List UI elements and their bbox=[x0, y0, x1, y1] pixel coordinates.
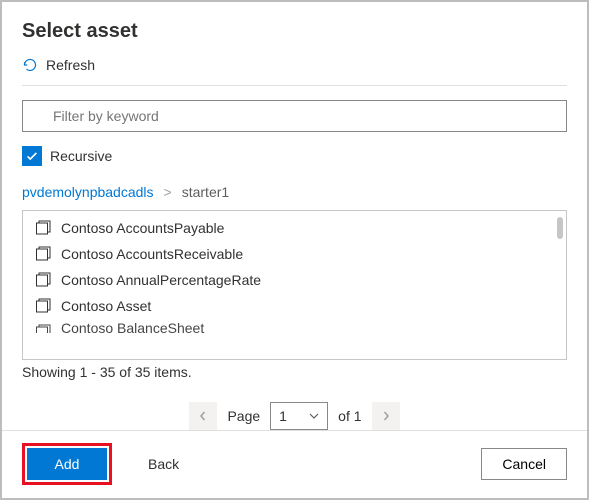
asset-name: Contoso BalanceSheet bbox=[61, 320, 204, 333]
page-select[interactable]: 1 bbox=[270, 402, 328, 430]
list-item[interactable]: Contoso AccountsReceivable bbox=[23, 241, 566, 267]
prev-page-button[interactable] bbox=[189, 402, 217, 430]
asset-icon bbox=[35, 324, 51, 333]
pager: Page 1 of 1 bbox=[22, 402, 567, 430]
recursive-label: Recursive bbox=[50, 148, 112, 164]
list-item[interactable]: Contoso BalanceSheet bbox=[23, 319, 566, 333]
asset-list: Contoso AccountsPayable Contoso Accounts… bbox=[22, 210, 567, 360]
divider bbox=[22, 85, 567, 86]
asset-name: Contoso AccountsReceivable bbox=[61, 246, 243, 262]
page-select-value: 1 bbox=[279, 408, 287, 424]
list-item[interactable]: Contoso AnnualPercentageRate bbox=[23, 267, 566, 293]
refresh-label: Refresh bbox=[46, 57, 95, 73]
refresh-icon bbox=[22, 57, 38, 73]
add-button[interactable]: Add bbox=[27, 448, 107, 480]
page-of-label: of 1 bbox=[338, 408, 361, 424]
chevron-down-icon bbox=[309, 408, 319, 424]
filter-field[interactable] bbox=[22, 100, 567, 132]
asset-icon bbox=[35, 220, 51, 236]
chevron-right-icon: > bbox=[164, 184, 172, 200]
asset-name: Contoso AnnualPercentageRate bbox=[61, 272, 261, 288]
back-button[interactable]: Back bbox=[128, 448, 199, 480]
page-label: Page bbox=[227, 408, 260, 424]
status-text: Showing 1 - 35 of 35 items. bbox=[22, 364, 567, 380]
asset-icon bbox=[35, 272, 51, 288]
dialog-footer: Add Back Cancel bbox=[2, 430, 587, 499]
asset-icon bbox=[35, 246, 51, 262]
next-page-button[interactable] bbox=[372, 402, 400, 430]
highlight-box: Add bbox=[22, 443, 112, 485]
asset-name: Contoso Asset bbox=[61, 298, 151, 314]
breadcrumb-current: starter1 bbox=[182, 184, 229, 200]
list-item[interactable]: Contoso Asset bbox=[23, 293, 566, 319]
dialog-title: Select asset bbox=[22, 20, 567, 43]
list-item[interactable]: Contoso AccountsPayable bbox=[23, 215, 566, 241]
scrollbar-thumb[interactable] bbox=[557, 217, 563, 239]
asset-name: Contoso AccountsPayable bbox=[61, 220, 224, 236]
cancel-button[interactable]: Cancel bbox=[481, 448, 567, 480]
filter-input[interactable] bbox=[22, 100, 567, 132]
breadcrumb-root-link[interactable]: pvdemolynpbadcadls bbox=[22, 184, 154, 200]
refresh-button[interactable]: Refresh bbox=[22, 57, 567, 73]
recursive-checkbox[interactable] bbox=[22, 146, 42, 166]
breadcrumb: pvdemolynpbadcadls > starter1 bbox=[22, 184, 567, 200]
asset-icon bbox=[35, 298, 51, 314]
